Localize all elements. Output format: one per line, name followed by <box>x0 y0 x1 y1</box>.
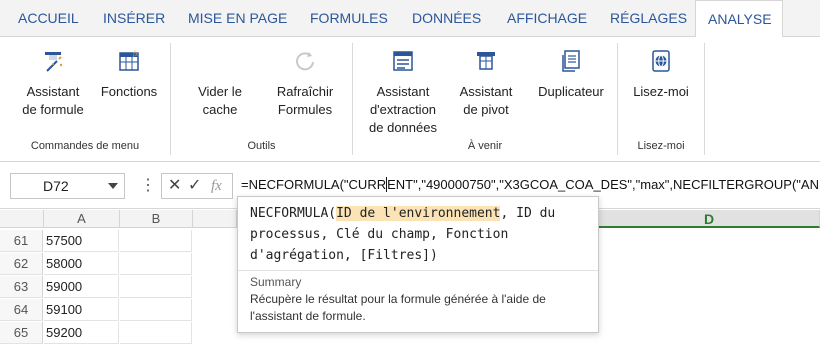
lisez-moi-button[interactable]: Lisez-moi <box>624 47 698 101</box>
pivot-table-icon <box>477 52 495 70</box>
duplicateur-label: Duplicateur <box>538 84 604 99</box>
function-signature-tooltip: NECFORMULA(ID de l'environnement, ID du … <box>237 196 599 333</box>
cell-b61[interactable] <box>120 230 192 252</box>
rafraichir-formules-button[interactable]: Rafraîchir Formules <box>267 47 343 119</box>
enter-icon[interactable]: ✓ <box>188 176 201 196</box>
tab-inserer[interactable]: INSÉRER <box>93 0 175 37</box>
cell-a65[interactable]: 59200 <box>44 322 119 344</box>
fonctions-button[interactable]: fx Fonctions <box>96 47 162 101</box>
lisez-moi-label: Lisez-moi <box>633 84 689 99</box>
more-options-icon[interactable]: ⋮ <box>140 175 156 197</box>
group-commandes-de-menu: Assistant de formule fx Fonctions Comman… <box>0 37 170 160</box>
cell-a63[interactable]: 59000 <box>44 276 119 298</box>
tab-reglages[interactable]: RÉGLAGES <box>600 0 697 37</box>
name-box[interactable]: D72 <box>10 173 125 199</box>
pivot-label-2: de pivot <box>463 102 509 117</box>
duplicate-icon <box>562 50 580 72</box>
duplicateur-button[interactable]: Duplicateur <box>529 47 613 101</box>
wand-icon <box>45 52 63 72</box>
group-label-commandes: Commandes de menu <box>30 140 140 152</box>
vider-cache-label-1: Vider le <box>198 84 242 99</box>
signature-function-name: NECFORMULA( <box>250 206 337 221</box>
extraction-label-1: Assistant <box>376 84 430 99</box>
formula-text-before: =NECFORMULA("CURR <box>241 177 387 192</box>
group-label-outils: Outils <box>247 140 276 152</box>
vider-cache-label-2: cache <box>202 102 238 117</box>
rafraichir-label-1: Rafraîchir <box>276 84 334 99</box>
cell-a62[interactable]: 58000 <box>44 253 119 275</box>
tab-accueil[interactable]: ACCUEIL <box>8 0 89 37</box>
assistant-pivot-button[interactable]: Assistant de pivot <box>449 47 523 119</box>
ribbon-tabs: ACCUEIL INSÉRER MISE EN PAGE FORMULES DO… <box>0 0 820 38</box>
pivot-label-1: Assistant <box>459 84 513 99</box>
column-header-c-hidden[interactable] <box>193 210 237 228</box>
refresh-icon <box>296 52 314 71</box>
column-header-a[interactable]: A <box>44 210 120 228</box>
data-extraction-icon <box>393 51 413 71</box>
insert-function-icon[interactable]: fx <box>211 176 222 196</box>
group-label-a-venir: À venir <box>467 140 503 152</box>
formula-input[interactable]: =NECFORMULA("CURRENT","490000750","X3GCO… <box>241 177 820 192</box>
column-header-b[interactable]: B <box>120 210 193 228</box>
cell-b62[interactable] <box>120 253 192 275</box>
formula-text-after: ENT","490000750","X3GCOA_COA_DES","max",… <box>387 177 820 192</box>
column-header-d[interactable]: D <box>599 210 820 228</box>
summary-text: Récupère le résultat pour la formule gén… <box>250 292 546 323</box>
row-header[interactable]: 61 <box>0 230 43 252</box>
name-box-value: D72 <box>43 178 69 194</box>
tab-affichage[interactable]: AFFICHAGE <box>497 0 597 37</box>
row-header[interactable]: 65 <box>0 322 43 344</box>
svg-text:fx: fx <box>133 50 139 58</box>
select-all-corner[interactable] <box>0 210 44 228</box>
summary-heading: Summary <box>250 275 302 289</box>
tab-analyse[interactable]: ANALYSE <box>695 0 783 38</box>
group-label-lisez-moi: Lisez-moi <box>637 140 685 152</box>
ribbon: Assistant de formule fx Fonctions Comman… <box>0 37 820 162</box>
globe-icon <box>652 50 670 72</box>
tab-donnees[interactable]: DONNÉES <box>402 0 491 37</box>
cell-b65[interactable] <box>120 322 192 344</box>
assistant-formule-button[interactable]: Assistant de formule <box>12 47 94 119</box>
group-outils: Vider le cache Rafraîchir Formules Outil… <box>171 37 352 160</box>
tab-formules[interactable]: FORMULES <box>300 0 398 37</box>
cell-b64[interactable] <box>120 299 192 321</box>
rafraichir-label-2: Formules <box>277 102 333 117</box>
function-table-icon: fx <box>119 50 139 71</box>
assistant-formule-label-1: Assistant <box>26 84 80 99</box>
group-lisez-moi: Lisez-moi Lisez-moi <box>618 37 704 160</box>
vider-cache-button[interactable]: Vider le cache <box>187 47 253 119</box>
assistant-extraction-button[interactable]: Assistant d'extraction de données <box>363 47 443 137</box>
cell-b63[interactable] <box>120 276 192 298</box>
tab-mise-en-page[interactable]: MISE EN PAGE <box>178 0 297 37</box>
group-a-venir: Assistant d'extraction de données Assist… <box>353 37 617 160</box>
row-header[interactable]: 63 <box>0 276 43 298</box>
clear-cache-icon <box>206 47 234 75</box>
cancel-icon[interactable]: ✕ <box>168 176 181 196</box>
tooltip-divider <box>238 270 598 271</box>
extraction-label-2: d'extraction <box>369 102 437 117</box>
assistant-formule-label-2: de formule <box>22 102 84 117</box>
extraction-label-3: de données <box>369 120 437 135</box>
group-divider <box>704 43 705 155</box>
chevron-down-icon[interactable] <box>108 183 118 189</box>
formula-buttons: ✕ ✓ fx <box>161 173 233 199</box>
cell-a61[interactable]: 57500 <box>44 230 119 252</box>
signature-current-parameter: ID de l'environnement <box>336 206 501 221</box>
cell-a64[interactable]: 59100 <box>44 299 119 321</box>
row-header[interactable]: 62 <box>0 253 43 275</box>
function-signature: NECFORMULA(ID de l'environnement, ID du … <box>250 203 580 266</box>
row-header[interactable]: 64 <box>0 299 43 321</box>
fonctions-label: Fonctions <box>100 84 158 99</box>
